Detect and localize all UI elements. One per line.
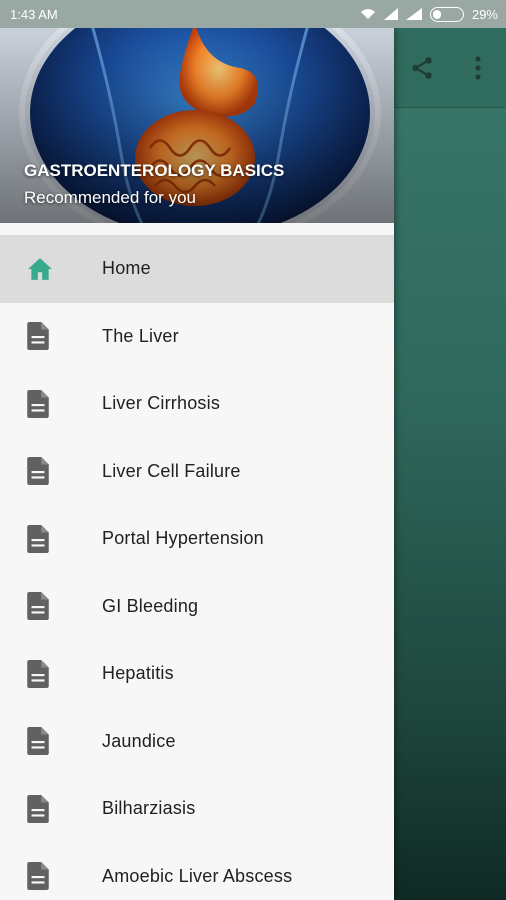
status-bar: 1:43 AM 29% bbox=[0, 0, 506, 28]
navigation-drawer: GASTROENTEROLOGY BASICS Recommended for … bbox=[0, 28, 394, 900]
document-icon-wrap bbox=[0, 389, 102, 418]
wifi-icon bbox=[360, 9, 375, 19]
document-icon-wrap bbox=[0, 659, 102, 688]
drawer-item-liver-cirrhosis[interactable]: Liver Cirrhosis bbox=[0, 370, 394, 438]
battery-icon bbox=[429, 6, 464, 22]
drawer-item-the-liver[interactable]: The Liver bbox=[0, 303, 394, 371]
signal-icon-2 bbox=[405, 8, 422, 20]
share-button[interactable] bbox=[400, 46, 444, 90]
document-icon bbox=[27, 524, 49, 553]
document-icon-wrap bbox=[0, 524, 102, 553]
document-icon bbox=[27, 727, 49, 756]
drawer-item-gi-bleeding[interactable]: GI Bleeding bbox=[0, 573, 394, 641]
home-icon bbox=[28, 257, 52, 280]
drawer-item-label: Jaundice bbox=[102, 730, 176, 751]
drawer-header: GASTROENTEROLOGY BASICS Recommended for … bbox=[0, 28, 394, 223]
home-icon-wrap bbox=[0, 257, 102, 281]
document-icon bbox=[27, 862, 49, 891]
drawer-item-label: Hepatitis bbox=[102, 663, 174, 684]
document-icon bbox=[27, 592, 49, 621]
document-icon-wrap bbox=[0, 322, 102, 351]
status-icons: 29% bbox=[360, 6, 498, 22]
drawer-item-label: GI Bleeding bbox=[102, 595, 199, 616]
drawer-menu: Home The Liver Liver Cirrhosis Liver Cel… bbox=[0, 235, 394, 900]
drawer-item-portal-hypertension[interactable]: Portal Hypertension bbox=[0, 505, 394, 573]
document-icon bbox=[27, 322, 49, 351]
drawer-divider bbox=[0, 223, 394, 235]
document-icon bbox=[27, 794, 49, 823]
drawer-item-jaundice[interactable]: Jaundice bbox=[0, 708, 394, 776]
signal-icon bbox=[383, 8, 398, 20]
more-vert-icon bbox=[475, 56, 481, 80]
drawer-item-label: Amoebic Liver Abscess bbox=[102, 865, 293, 886]
share-icon bbox=[412, 57, 432, 79]
drawer-item-amoebic-liver-abscess[interactable]: Amoebic Liver Abscess bbox=[0, 843, 394, 900]
drawer-item-label: The Liver bbox=[102, 325, 179, 346]
toolbar-actions bbox=[394, 28, 506, 108]
document-icon-wrap bbox=[0, 727, 102, 756]
document-icon-wrap bbox=[0, 457, 102, 486]
drawer-item-hepatitis[interactable]: Hepatitis bbox=[0, 640, 394, 708]
battery-fill bbox=[432, 9, 442, 19]
document-icon bbox=[27, 659, 49, 688]
drawer-item-label: Home bbox=[102, 258, 151, 279]
more-options-button[interactable] bbox=[456, 46, 500, 90]
drawer-item-liver-cell-failure[interactable]: Liver Cell Failure bbox=[0, 438, 394, 506]
drawer-item-bilharziasis[interactable]: Bilharziasis bbox=[0, 775, 394, 843]
drawer-item-label: Liver Cirrhosis bbox=[102, 393, 221, 414]
drawer-item-label: Bilharziasis bbox=[102, 798, 196, 819]
drawer-subtitle: Recommended for you bbox=[24, 188, 196, 207]
document-icon-wrap bbox=[0, 862, 102, 891]
drawer-item-label: Portal Hypertension bbox=[102, 528, 264, 549]
document-icon bbox=[27, 457, 49, 486]
battery-percent: 29% bbox=[471, 6, 498, 22]
status-time: 1:43 AM bbox=[10, 6, 58, 22]
drawer-item-home[interactable]: Home bbox=[0, 235, 394, 303]
document-icon-wrap bbox=[0, 592, 102, 621]
drawer-title: GASTROENTEROLOGY BASICS bbox=[24, 161, 285, 180]
drawer-item-label: Liver Cell Failure bbox=[102, 460, 241, 481]
document-icon bbox=[27, 389, 49, 418]
document-icon-wrap bbox=[0, 794, 102, 823]
